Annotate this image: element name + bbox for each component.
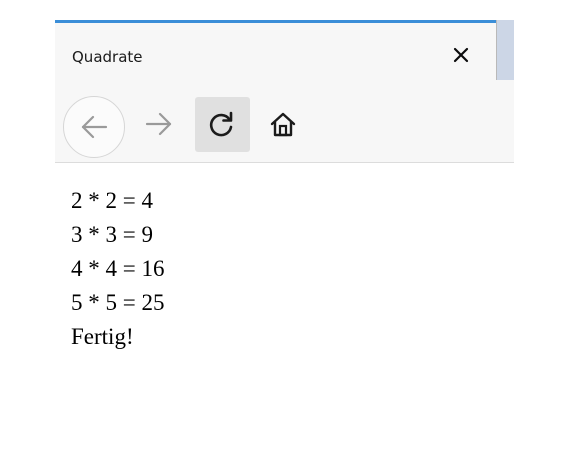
done-message: Fertig! bbox=[71, 324, 134, 349]
navigation-toolbar bbox=[55, 80, 514, 163]
browser-window: Quadrate 2 * 2 = 4 3 * 3 = 9 4 * 4 = 16 … bbox=[0, 0, 567, 465]
result-line-3: 4 * 4 = 16 bbox=[71, 256, 165, 281]
reload-button[interactable] bbox=[195, 97, 250, 152]
result-line-2: 3 * 3 = 9 bbox=[71, 222, 153, 247]
result-line-4: 5 * 5 = 25 bbox=[71, 290, 165, 315]
home-button[interactable] bbox=[265, 106, 301, 142]
adjacent-tab-edge[interactable] bbox=[497, 20, 514, 80]
tab-quadrate[interactable]: Quadrate bbox=[55, 20, 496, 80]
result-line-1: 2 * 2 = 4 bbox=[71, 188, 153, 213]
back-button[interactable] bbox=[63, 96, 125, 158]
close-icon[interactable] bbox=[451, 45, 471, 65]
forward-button[interactable] bbox=[141, 106, 177, 142]
page-content: 2 * 2 = 4 3 * 3 = 9 4 * 4 = 16 5 * 5 = 2… bbox=[71, 184, 501, 354]
tab-title: Quadrate bbox=[72, 48, 143, 66]
